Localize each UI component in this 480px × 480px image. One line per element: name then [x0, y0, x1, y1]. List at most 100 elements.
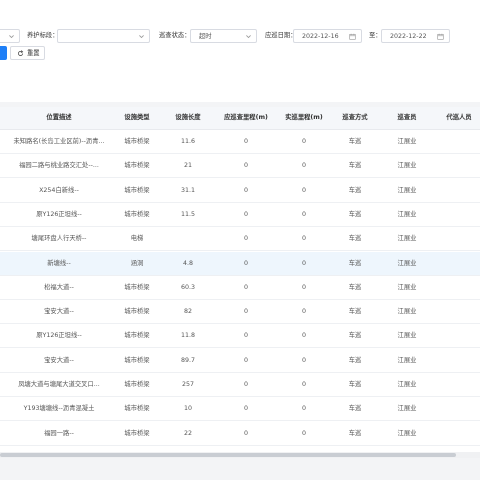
- table-row[interactable]: 原Y126正坦线-- 城市桥梁 11.8 0 0 车巡 江展业: [0, 324, 480, 349]
- table-row[interactable]: 未知路名(长岛工业区前)--沥青... 城市桥梁 11.6 0 0 车巡 江展业: [0, 130, 480, 154]
- calendar-icon[interactable]: [349, 33, 356, 40]
- cell-location: 塘尾环盘人行天桥--: [31, 235, 87, 243]
- maintain-section-select[interactable]: [57, 29, 150, 43]
- cell-location: 宝安大道--: [44, 308, 74, 316]
- col-location: 位置描述: [46, 114, 72, 121]
- cell-facility-length: 257: [181, 381, 195, 388]
- date-end-value: 2022-12-22: [390, 33, 427, 40]
- cell-actual-mileage: 0: [301, 356, 306, 364]
- cell-location: 原Y126正坦线--: [36, 210, 82, 218]
- table-row[interactable]: X254白新线-- 城市桥梁 31.1 0 0 车巡 江展业: [0, 178, 480, 203]
- cell-inspector: 江展业: [397, 405, 417, 413]
- table-row[interactable]: 凤塘大道与塘尾大道交叉口... 城市桥梁 257 0 0 车巡 江展业: [0, 373, 480, 397]
- date-label: 应巡日期：: [265, 32, 297, 39]
- cell-inspector: 江展业: [397, 308, 417, 316]
- cell-inspector: 江展业: [397, 138, 417, 145]
- cell-facility-type: 电梯: [130, 235, 144, 243]
- status-label: 巡查状态：: [159, 32, 191, 39]
- cell-patrol-method: 车巡: [348, 259, 362, 267]
- cell-inspector: 江展业: [397, 332, 417, 340]
- reset-button[interactable]: 重置: [10, 46, 45, 60]
- cell-facility-type: 城市桥梁: [124, 210, 150, 218]
- table-row[interactable]: 新塘线-- 涵洞 4.8 0 0 车巡 江展业: [0, 251, 480, 276]
- status-select-value: 超时: [199, 33, 212, 40]
- date-start-input[interactable]: 2022-12-16: [293, 29, 362, 43]
- cell-inspector: 江展业: [397, 162, 417, 170]
- cell-facility-type: 城市桥梁: [124, 138, 150, 145]
- cell-inspector: 江展业: [397, 429, 417, 437]
- cell-inspector: 江展业: [397, 283, 417, 291]
- col-facility-type: 设施类型: [124, 114, 150, 121]
- cell-facility-type: 城市桥梁: [124, 186, 150, 194]
- status-select[interactable]: 超时: [190, 29, 257, 43]
- cell-facility-type: 城市桥梁: [124, 429, 150, 437]
- patrol-table: 位置描述 设施类型 设施长度 应巡查里程(m) 实巡里程(m) 巡查方式 巡查员…: [0, 107, 480, 452]
- cell-planned-mileage: 0: [243, 283, 248, 291]
- col-patrol-method: 巡查方式: [342, 114, 368, 121]
- table-row[interactable]: 福园一路-- 城市桥梁 22 0 0 车巡 江展业: [0, 421, 480, 446]
- cell-planned-mileage: 0: [243, 332, 248, 340]
- cell-location: 福园一路--: [44, 429, 74, 437]
- cell-inspector: 江展业: [397, 210, 417, 218]
- col-facility-length: 设施长度: [175, 114, 201, 121]
- cell-location: 宝安大道--: [44, 356, 74, 364]
- filter-panel: 养护标段： 巡查状态： 超时 应巡日期： 2022-12-16 至： 2022-…: [0, 0, 480, 102]
- cell-facility-type: 城市桥梁: [124, 381, 150, 388]
- table-row[interactable]: 松福大道-- 城市桥梁 60.3 0 0 车巡 江展业: [0, 275, 480, 300]
- cell-inspector: 江展业: [397, 259, 417, 267]
- cell-planned-mileage: 0: [243, 186, 248, 194]
- cell-planned-mileage: 0: [243, 235, 248, 243]
- table-row[interactable]: 原Y126正坦线-- 城市桥梁 11.5 0 0 车巡 江展业: [0, 202, 480, 227]
- table-row[interactable]: 福园二路与桃业路交汇处--... 城市桥梁 21 0 0 车巡 江展业: [0, 154, 480, 179]
- refresh-icon: [18, 50, 24, 56]
- search-button[interactable]: [0, 46, 7, 60]
- cell-actual-mileage: 0: [301, 235, 306, 243]
- table-row[interactable]: 塘尾环盘人行天桥-- 电梯 0 0 车巡 江展业: [0, 227, 480, 252]
- col-inspector: 巡查员: [397, 114, 417, 121]
- cell-facility-type: 城市桥梁: [124, 308, 150, 316]
- cell-patrol-method: 车巡: [348, 308, 362, 316]
- region-select[interactable]: [0, 29, 20, 43]
- cell-facility-length: 89.7: [180, 356, 196, 364]
- cell-location: X254白新线--: [39, 186, 79, 194]
- cell-patrol-method: 车巡: [348, 356, 362, 364]
- table-row[interactable]: Y193塘塘线--沥青混凝土 城市桥梁 10 0 0 车巡 江展业: [0, 397, 480, 422]
- cell-facility-type: 涵洞: [130, 259, 144, 267]
- cell-actual-mileage: 0: [301, 429, 306, 437]
- cell-planned-mileage: 0: [243, 381, 248, 388]
- cell-facility-type: 城市桥梁: [124, 283, 150, 291]
- cell-planned-mileage: 0: [243, 356, 248, 364]
- maintain-section-label: 养护标段：: [27, 32, 59, 39]
- cell-patrol-method: 车巡: [348, 210, 362, 218]
- cell-facility-length: 11.8: [180, 332, 196, 340]
- scrollbar-thumb[interactable]: [0, 453, 456, 457]
- cell-location: 未知路名(长岛工业区前)--沥青...: [13, 138, 105, 145]
- calendar-icon[interactable]: [437, 33, 444, 40]
- cell-planned-mileage: 0: [243, 259, 248, 267]
- cell-actual-mileage: 0: [301, 332, 306, 340]
- cell-patrol-method: 车巡: [348, 162, 362, 170]
- cell-actual-mileage: 0: [301, 210, 306, 218]
- reset-button-label: 重置: [27, 50, 40, 57]
- cell-location: 松福大道--: [44, 283, 74, 291]
- cell-actual-mileage: 0: [301, 283, 306, 291]
- horizontal-scrollbar[interactable]: [0, 452, 480, 458]
- cell-inspector: 江展业: [397, 235, 417, 243]
- cell-planned-mileage: 0: [243, 162, 248, 170]
- date-end-input[interactable]: 2022-12-22: [381, 29, 450, 43]
- cell-patrol-method: 车巡: [348, 429, 362, 437]
- cell-facility-length: 21: [183, 162, 192, 170]
- cell-patrol-method: 车巡: [348, 283, 362, 291]
- table-row[interactable]: 宝安大道-- 城市桥梁 89.7 0 0 车巡 江展业: [0, 348, 480, 373]
- col-actual-mileage: 实巡里程(m): [285, 114, 323, 121]
- cell-facility-type: 城市桥梁: [124, 332, 150, 340]
- col-substitute: 代巡人员: [446, 114, 472, 121]
- cell-patrol-method: 车巡: [348, 405, 362, 413]
- cell-planned-mileage: 0: [243, 429, 248, 437]
- cell-actual-mileage: 0: [301, 138, 306, 145]
- cell-patrol-method: 车巡: [348, 235, 362, 243]
- table-row[interactable]: 宝安大道-- 城市桥梁 82 0 0 车巡 江展业: [0, 300, 480, 325]
- cell-location: 原Y126正坦线--: [36, 332, 82, 340]
- cell-planned-mileage: 0: [243, 405, 248, 413]
- cell-facility-length: 31.1: [180, 186, 196, 194]
